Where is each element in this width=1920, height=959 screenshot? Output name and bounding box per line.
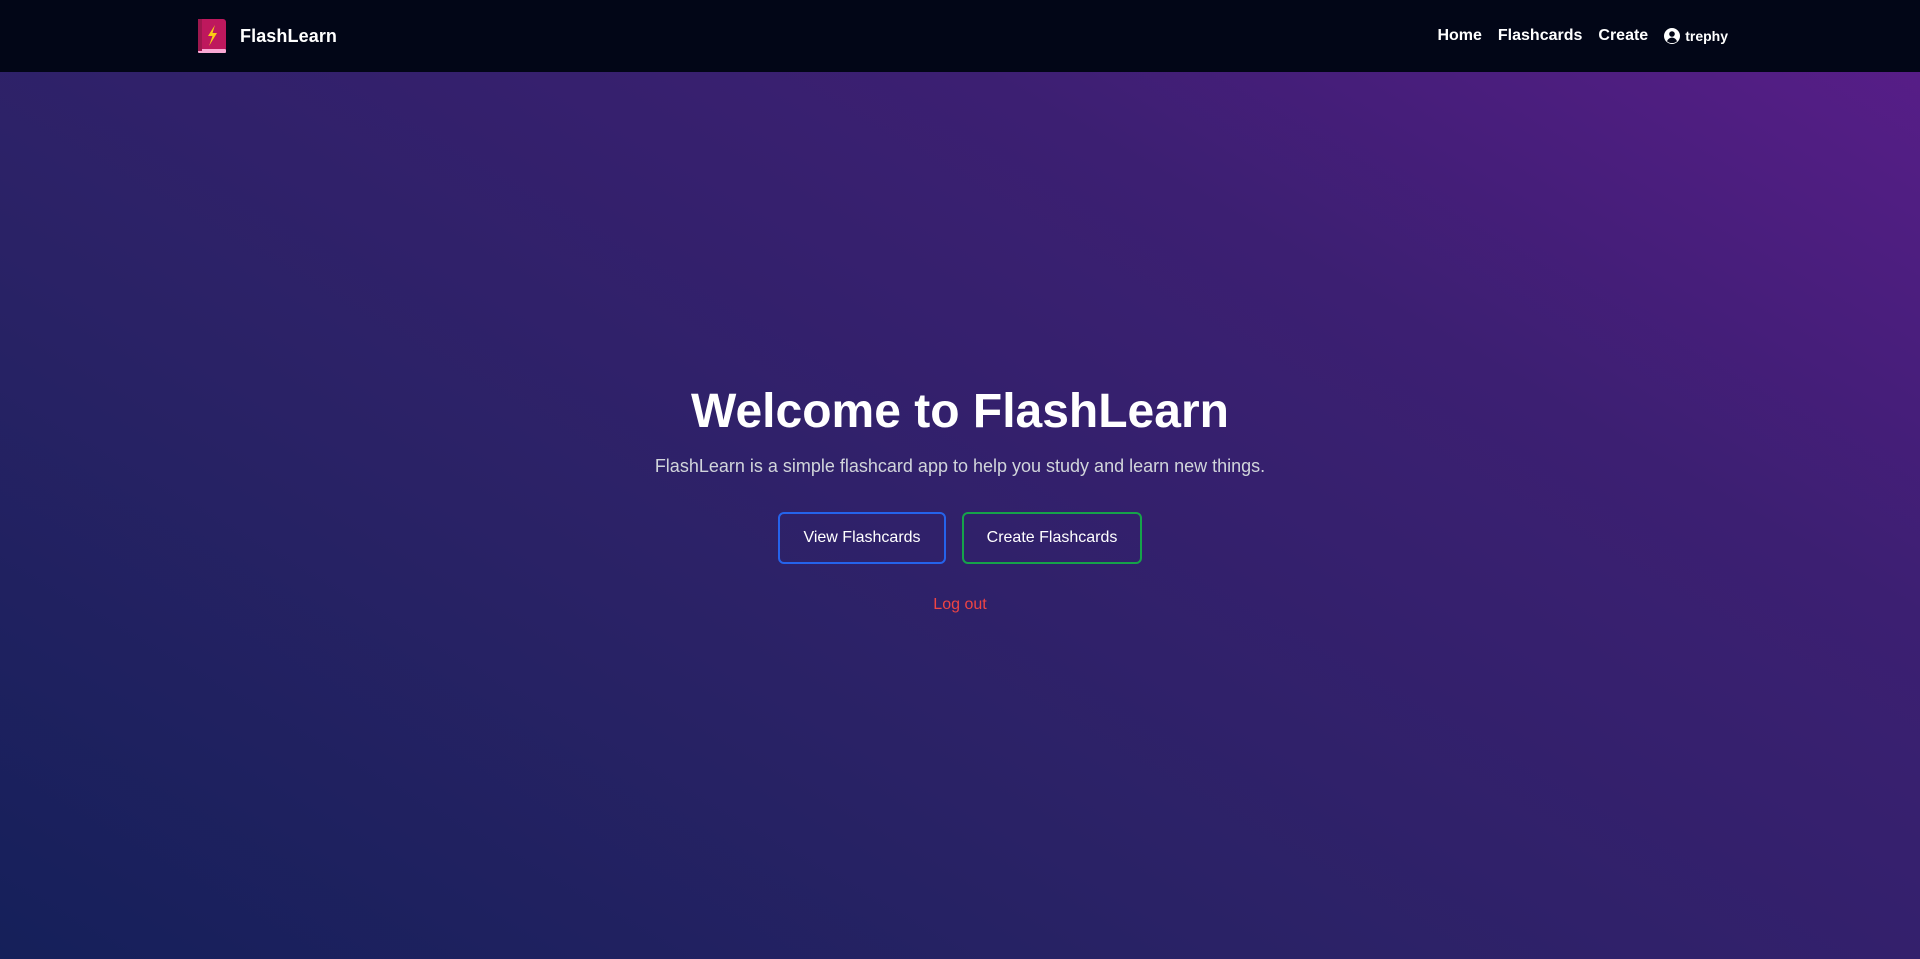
hero-actions: View Flashcards Create Flashcards [0, 512, 1920, 564]
logout-link[interactable]: Log out [933, 596, 986, 613]
brand-link[interactable]: FlashLearn [198, 18, 337, 54]
user-menu[interactable]: trephy [1664, 28, 1728, 44]
hero-section: Welcome to FlashLearn FlashLearn is a si… [0, 372, 1920, 480]
brand-name: FlashLearn [240, 25, 338, 46]
user-name: trephy [1685, 28, 1728, 44]
page-title: Welcome to FlashLearn [691, 385, 1229, 438]
nav-link-create[interactable]: Create [1598, 27, 1648, 45]
nav-links: Home Flashcards Create trephy [1437, 0, 1728, 72]
view-flashcards-button[interactable]: View Flashcards [778, 512, 946, 564]
create-flashcards-button[interactable]: Create Flashcards [962, 512, 1142, 564]
logout-container: Log out [0, 596, 1920, 614]
nav-link-home[interactable]: Home [1437, 27, 1481, 45]
user-circle-icon [1664, 28, 1681, 44]
page-subtitle: FlashLearn is a simple flashcard app to … [654, 456, 1266, 476]
lightning-book-icon [198, 18, 226, 54]
nav-link-flashcards[interactable]: Flashcards [1498, 27, 1582, 45]
top-navbar: FlashLearn Home Flashcards Create trephy [0, 0, 1920, 72]
